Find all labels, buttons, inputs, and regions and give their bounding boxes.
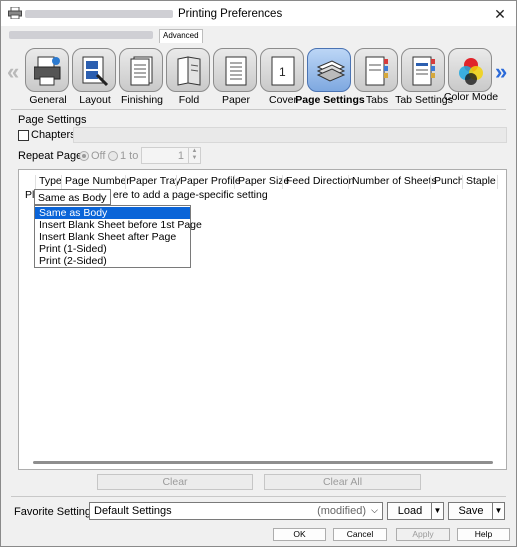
scroll-left-button[interactable]: « — [7, 61, 19, 83]
finishing-icon — [119, 48, 163, 92]
repeat-off-radio[interactable] — [79, 151, 89, 161]
repeat-pages-label: Repeat Pages — [18, 150, 88, 162]
row-hint-prefix: Pl — [25, 189, 35, 201]
feature-color-mode[interactable]: Color Mode — [444, 48, 498, 108]
redacted-printer-name — [25, 10, 173, 18]
feature-label: Color Mode — [443, 91, 499, 103]
type-select-value: Same as Body — [38, 192, 107, 204]
stepper-value: 1 — [177, 150, 184, 162]
apply-button[interactable]: Apply — [396, 528, 450, 541]
horizontal-scrollbar[interactable] — [33, 461, 493, 464]
chapters-field — [73, 127, 507, 143]
cancel-button[interactable]: Cancel — [333, 528, 387, 541]
repeat-range-radio[interactable] — [108, 151, 118, 161]
dropdown-option[interactable]: Print (2-Sided) — [35, 255, 190, 267]
section-title: Page Settings — [18, 114, 87, 126]
favorite-setting-select[interactable]: Default Settings (modified) ⌵ — [89, 502, 383, 520]
chapters-label: Chapters — [31, 129, 76, 141]
tab-advanced[interactable]: Advanced — [159, 29, 203, 43]
load-menu-arrow-icon[interactable]: ▼ — [431, 503, 443, 519]
dropdown-option[interactable]: Insert Blank Sheet after Page — [35, 231, 190, 243]
save-menu-arrow-icon[interactable]: ▼ — [492, 503, 504, 519]
load-button[interactable]: Load — [388, 505, 432, 517]
title-bar: Printing Preferences ✕ — [1, 1, 516, 26]
tabs-icon — [354, 48, 398, 92]
repeat-range-label: 1 to — [120, 150, 139, 162]
dropdown-option[interactable]: Print (1-Sided) — [35, 243, 190, 255]
save-split-button[interactable]: Save ▼ — [448, 502, 505, 520]
column-header[interactable]: Paper Profile — [176, 175, 241, 189]
column-header[interactable]: Type — [35, 175, 62, 189]
column-header[interactable]: Punch — [430, 175, 464, 189]
help-button[interactable]: Help — [457, 528, 510, 541]
column-header[interactable]: Page Number — [61, 175, 130, 189]
chapters-checkbox[interactable] — [18, 130, 29, 141]
load-split-button[interactable]: Load ▼ — [387, 502, 444, 520]
divider — [11, 109, 506, 110]
dropdown-option[interactable]: Same as Body — [35, 207, 190, 219]
grid-header: Type Page Number Paper Tray Paper Profil… — [19, 170, 506, 190]
clear-button[interactable]: Clear — [97, 474, 253, 490]
close-button[interactable]: ✕ — [490, 4, 510, 24]
clear-all-button[interactable]: Clear All — [264, 474, 421, 490]
favorite-setting-value: Default Settings — [94, 505, 172, 517]
ok-button[interactable]: OK — [273, 528, 326, 541]
color-mode-icon — [448, 48, 492, 92]
fold-icon — [166, 48, 210, 92]
chevron-down-icon: ⌵ — [371, 505, 378, 515]
window-title: Printing Preferences — [178, 8, 283, 20]
favorite-modified-status: (modified) — [317, 505, 366, 517]
printing-preferences-window: Printing Preferences ✕ Advanced « Genera… — [0, 0, 517, 547]
column-header[interactable]: Feed Direction — [282, 175, 354, 189]
chevron-down-icon: ⌵ — [100, 191, 107, 201]
column-header-overflow — [497, 175, 501, 189]
repeat-off-label: Off — [91, 150, 106, 162]
column-header[interactable]: Paper Tray — [125, 175, 180, 189]
type-select[interactable]: Same as Body ⌵ — [34, 189, 111, 205]
general-icon — [25, 48, 69, 92]
stepper-arrows-icon[interactable]: ▲ ▼ — [188, 148, 200, 163]
feature-toolbar: « General Layout Finishing Fold Paper 1 … — [1, 43, 516, 107]
page-settings-icon — [307, 48, 351, 92]
printer-icon — [8, 7, 22, 19]
column-header[interactable]: Number of Sheets — [348, 175, 437, 189]
column-header[interactable]: Staple — [462, 175, 496, 189]
divider — [11, 496, 506, 497]
repeat-pages-stepper[interactable]: 1 ▲ ▼ — [141, 147, 201, 164]
favorite-setting-label: Favorite Setting — [14, 506, 92, 518]
tab-strip: Advanced — [1, 26, 516, 43]
paper-icon — [213, 48, 257, 92]
type-dropdown-list: Same as Body Insert Blank Sheet before 1… — [34, 205, 202, 268]
scroll-right-button[interactable]: » — [495, 61, 507, 83]
layout-icon — [72, 48, 116, 92]
dropdown-option[interactable]: Insert Blank Sheet before 1st Page — [35, 219, 202, 231]
row-hint-text: ere to add a page-specific setting — [113, 189, 268, 201]
save-button[interactable]: Save — [449, 505, 493, 517]
cover-icon: 1 — [260, 48, 304, 92]
tab-settings-icon — [401, 48, 445, 92]
redacted-device-name — [9, 31, 153, 39]
svg-text:1: 1 — [279, 65, 286, 79]
